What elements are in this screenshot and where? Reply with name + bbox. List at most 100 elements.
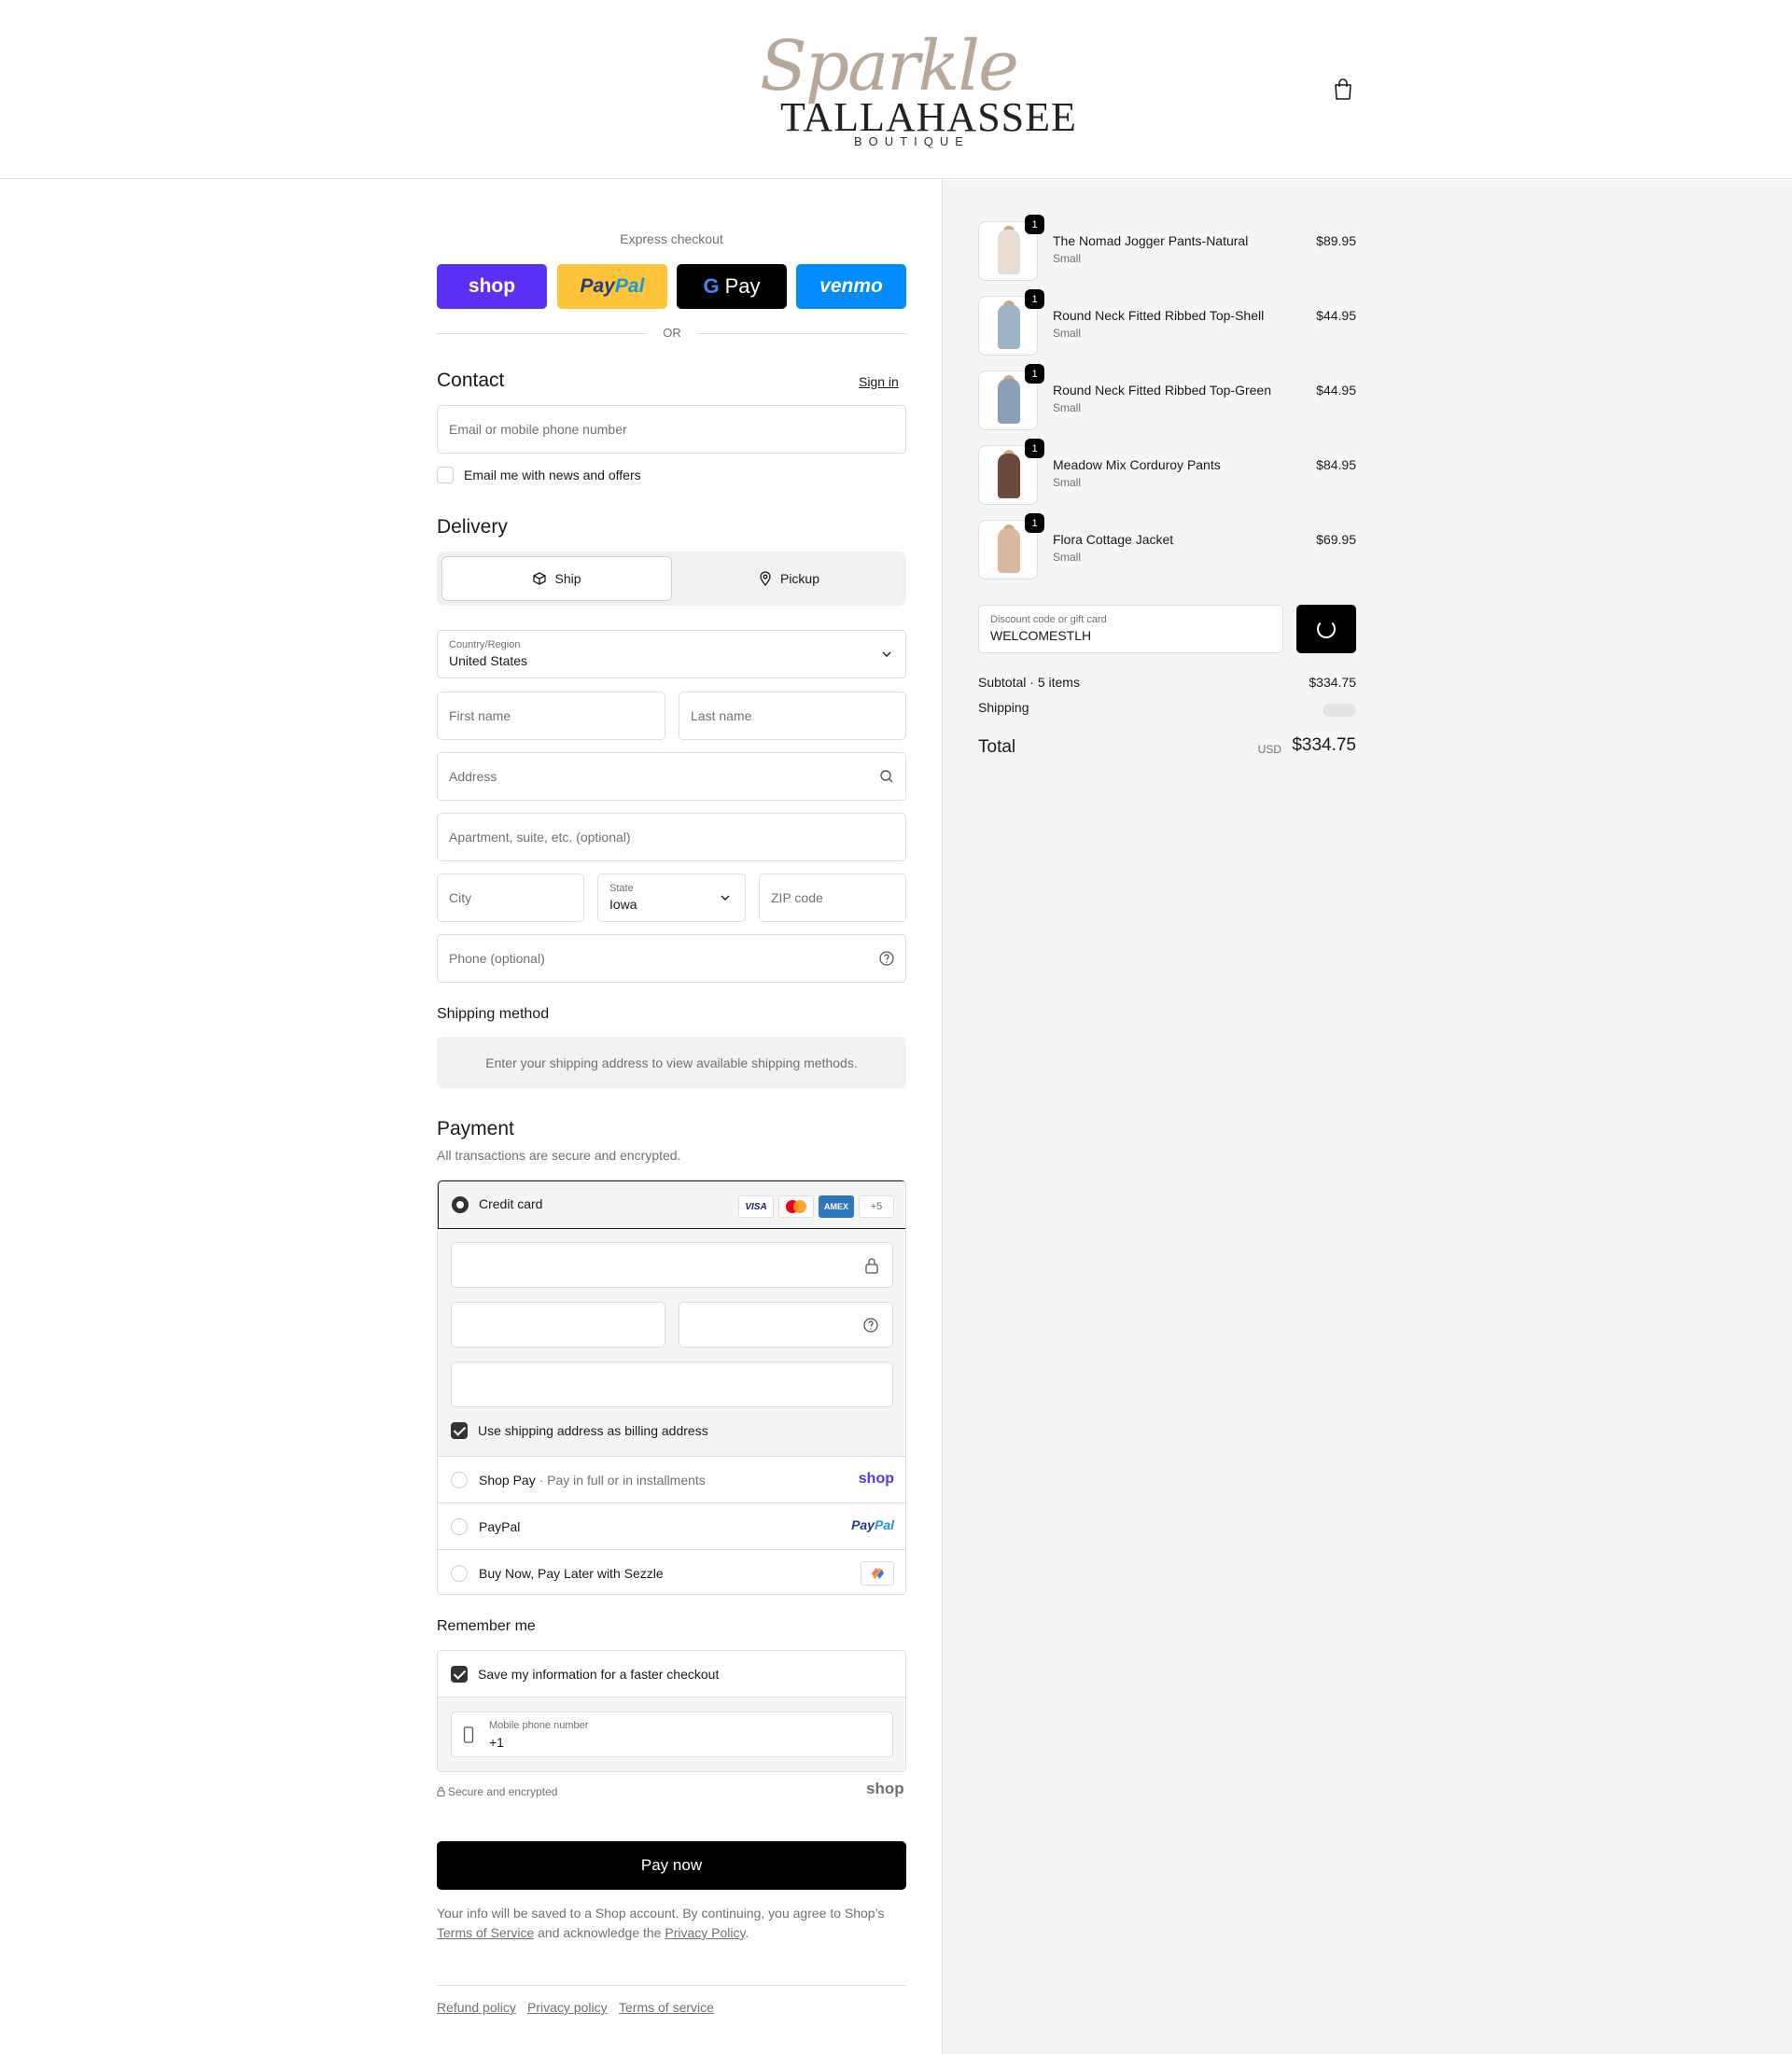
pay-now-button[interactable]: Pay now bbox=[437, 1841, 906, 1890]
amex-icon: AMEX bbox=[819, 1195, 854, 1218]
total-value: $334.75 bbox=[1292, 735, 1356, 755]
venmo-button[interactable]: venmo bbox=[796, 264, 906, 309]
secure-text: Secure and encrypted bbox=[448, 1785, 558, 1798]
phone-field[interactable]: Phone (optional) bbox=[437, 934, 906, 983]
product-name: Round Neck Fitted Ribbed Top-Shell bbox=[1053, 308, 1265, 323]
terms-of-service-link[interactable]: Terms of Service bbox=[437, 1925, 534, 1940]
help-circle-icon[interactable] bbox=[862, 1317, 879, 1334]
divider-left bbox=[437, 333, 648, 334]
address-field[interactable]: Address bbox=[437, 752, 906, 801]
site-header: Sparkle TALLAHASSEE BOUTIQUE bbox=[0, 0, 1792, 179]
pickup-option[interactable]: Pickup bbox=[676, 556, 902, 601]
shop-pay-button[interactable]: shop bbox=[437, 264, 547, 309]
last-name-field[interactable]: Last name bbox=[679, 692, 906, 740]
ship-label: Ship bbox=[554, 571, 581, 586]
paypal-pal-text: Pal bbox=[614, 275, 645, 297]
product-price: $69.95 bbox=[1316, 532, 1356, 547]
mobile-phone-field[interactable]: Mobile phone number +1 bbox=[451, 1712, 893, 1757]
quantity-badge: 1 bbox=[1025, 289, 1044, 309]
save-info-checkbox[interactable] bbox=[451, 1666, 468, 1683]
credit-card-label: Credit card bbox=[479, 1196, 543, 1211]
paypal-button[interactable]: Pay Pal bbox=[557, 264, 667, 309]
state-select[interactable]: State Iowa bbox=[597, 873, 746, 922]
footer-divider bbox=[437, 1985, 906, 1986]
first-name-placeholder: First name bbox=[449, 708, 511, 723]
sezzle-radio[interactable] bbox=[451, 1565, 468, 1582]
product-name: Round Neck Fitted Ribbed Top-Green bbox=[1053, 383, 1271, 398]
refund-policy-link[interactable]: Refund policy bbox=[437, 2000, 516, 2015]
email-field[interactable]: Email or mobile phone number bbox=[437, 405, 906, 454]
shop-pay-option[interactable]: Shop Pay · Pay in full or in installment… bbox=[438, 1457, 905, 1503]
paypal-option[interactable]: PayPal PayPal bbox=[438, 1503, 905, 1550]
delivery-method-toggle: Ship Pickup bbox=[437, 552, 906, 606]
state-value: Iowa bbox=[609, 897, 637, 912]
apartment-field[interactable]: Apartment, suite, etc. (optional) bbox=[437, 813, 906, 861]
save-info-label: Save my information for a faster checkou… bbox=[478, 1667, 720, 1682]
shipping-method-note: Enter your shipping address to view avai… bbox=[437, 1037, 906, 1088]
location-pin-icon bbox=[760, 571, 771, 586]
country-label: Country/Region bbox=[449, 639, 521, 650]
mobile-phone-icon bbox=[463, 1726, 474, 1743]
divider-right bbox=[696, 333, 906, 334]
state-label: State bbox=[609, 883, 634, 894]
city-field[interactable]: City bbox=[437, 873, 584, 922]
privacy-policy-footer-link[interactable]: Privacy policy bbox=[527, 2000, 608, 2015]
credit-card-option[interactable]: Credit card VISA AMEX +5 bbox=[438, 1181, 905, 1229]
phone-placeholder: Phone (optional) bbox=[449, 951, 545, 966]
zip-field[interactable]: ZIP code bbox=[759, 873, 906, 922]
discount-code-field[interactable]: Discount code or gift card WELCOMESTLH bbox=[978, 605, 1283, 653]
product-price: $89.95 bbox=[1316, 233, 1356, 248]
news-label: Email me with news and offers bbox=[464, 468, 641, 482]
chevron-down-icon bbox=[721, 895, 730, 901]
name-on-card-field[interactable] bbox=[451, 1362, 893, 1407]
quantity-badge: 1 bbox=[1025, 364, 1044, 384]
more-cards-badge: +5 bbox=[859, 1195, 894, 1218]
logo-sub: BOUTIQUE bbox=[854, 134, 970, 148]
paypal-logo-pal: Pal bbox=[874, 1517, 894, 1532]
mastercard-icon bbox=[778, 1195, 814, 1218]
credit-card-radio[interactable] bbox=[452, 1196, 469, 1213]
country-select[interactable]: Country/Region United States bbox=[437, 630, 906, 678]
line-item: 1 Round Neck Fitted Ribbed Top-Green Sma… bbox=[978, 364, 1356, 430]
product-price: $84.95 bbox=[1316, 457, 1356, 472]
ship-option[interactable]: Ship bbox=[441, 556, 672, 601]
product-variant: Small bbox=[1053, 551, 1082, 564]
terms-of-service-footer-link[interactable]: Terms of service bbox=[619, 2000, 714, 2015]
card-number-field[interactable] bbox=[451, 1242, 893, 1288]
security-code-field[interactable] bbox=[679, 1302, 893, 1348]
expiration-field[interactable] bbox=[451, 1302, 665, 1348]
billing-same-label: Use shipping address as billing address bbox=[478, 1423, 708, 1438]
pickup-label: Pickup bbox=[779, 571, 820, 586]
google-pay-button[interactable]: G Pay bbox=[677, 264, 787, 309]
shopping-bag-icon[interactable] bbox=[1333, 78, 1353, 101]
shop-pay-radio[interactable] bbox=[451, 1472, 468, 1488]
product-name: Meadow Mix Corduroy Pants bbox=[1053, 457, 1221, 472]
sign-in-link[interactable]: Sign in bbox=[859, 374, 899, 389]
quantity-badge: 1 bbox=[1025, 215, 1044, 234]
or-divider-text: OR bbox=[663, 326, 681, 340]
sezzle-icon bbox=[861, 1561, 894, 1586]
shop-logo: shop bbox=[866, 1780, 904, 1797]
product-variant: Small bbox=[1053, 476, 1082, 489]
google-g-icon: G bbox=[703, 274, 720, 298]
visa-icon: VISA bbox=[738, 1195, 774, 1218]
quantity-badge: 1 bbox=[1025, 439, 1044, 458]
line-item: 1 Round Neck Fitted Ribbed Top-Shell Sma… bbox=[978, 289, 1356, 356]
privacy-policy-link[interactable]: Privacy Policy bbox=[665, 1925, 745, 1940]
news-checkbox[interactable] bbox=[437, 467, 454, 483]
paypal-radio[interactable] bbox=[451, 1518, 468, 1535]
paypal-logo: PayPal bbox=[851, 1517, 894, 1532]
shop-pay-name: Shop Pay bbox=[479, 1473, 536, 1488]
help-circle-icon[interactable] bbox=[878, 950, 895, 967]
product-name: The Nomad Jogger Pants-Natural bbox=[1053, 233, 1249, 248]
first-name-field[interactable]: First name bbox=[437, 692, 665, 740]
shipping-row: Shipping bbox=[978, 700, 1356, 717]
lock-icon bbox=[865, 1258, 878, 1274]
billing-same-checkbox[interactable] bbox=[451, 1422, 468, 1439]
sezzle-option[interactable]: Buy Now, Pay Later with Sezzle bbox=[438, 1550, 905, 1594]
legal-text: Your info will be saved to a Shop accoun… bbox=[437, 1904, 906, 1943]
legal-text-1: Your info will be saved to a Shop accoun… bbox=[437, 1906, 885, 1921]
apply-discount-button[interactable] bbox=[1296, 605, 1356, 653]
store-logo[interactable]: Sparkle TALLAHASSEE BOUTIQUE bbox=[756, 26, 1076, 152]
save-info-row: Save my information for a faster checkou… bbox=[438, 1651, 905, 1698]
